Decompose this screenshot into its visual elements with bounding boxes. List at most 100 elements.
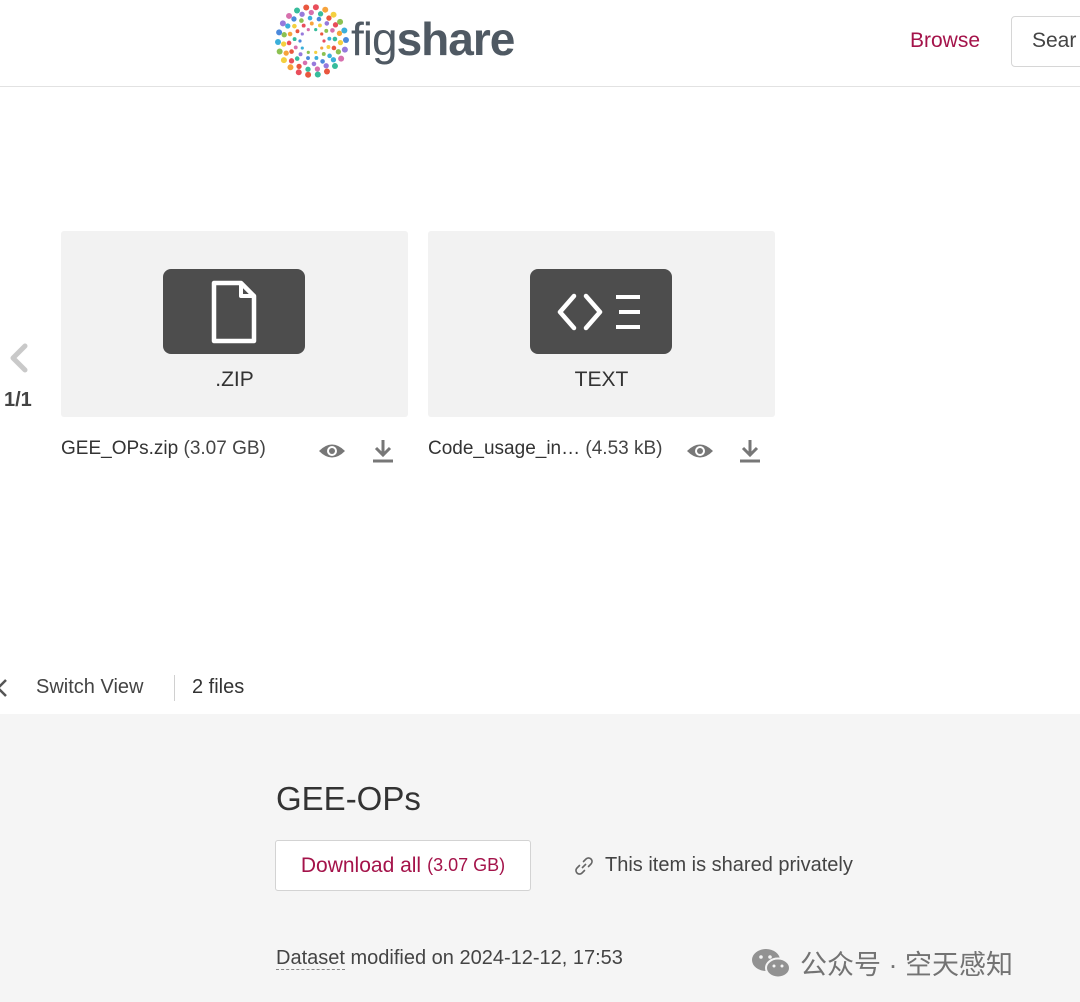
- logo-dot: [320, 32, 324, 36]
- logo-dot: [330, 57, 337, 63]
- logo-dot: [295, 69, 302, 76]
- dataset-details: GEE-OPs Download all (3.07 GB) This item…: [0, 714, 1080, 1002]
- logo-dot: [303, 4, 310, 11]
- shared-privately-note: This item is shared privately: [573, 854, 853, 877]
- logo-dot: [342, 37, 349, 44]
- dataset-type-label[interactable]: Dataset: [276, 947, 345, 970]
- watermark-text: 公众号 · 空天感知: [800, 950, 1013, 980]
- search-input[interactable]: Sear: [1011, 16, 1080, 67]
- figshare-logo-icon: [275, 4, 349, 78]
- file-size: (3.07 GB): [183, 438, 266, 459]
- logo-dot: [288, 58, 295, 64]
- site-header: figshare Browse Sear: [0, 0, 1080, 87]
- switch-view-button[interactable]: Switch View: [36, 676, 143, 699]
- file-name: Code_usage_in…: [428, 438, 581, 459]
- logo-dot: [286, 12, 293, 19]
- logo-dot: [289, 49, 294, 54]
- logo-dot: [331, 63, 338, 70]
- logo-dot: [327, 53, 332, 59]
- link-icon: [575, 856, 593, 875]
- logo-dot: [332, 36, 338, 42]
- download-all-button[interactable]: Download all (3.07 GB): [275, 840, 531, 891]
- logo-dot: [314, 55, 319, 60]
- logo-dot: [306, 56, 310, 60]
- logo-dot: [311, 61, 317, 67]
- logo-dot: [283, 50, 289, 56]
- logo-dot: [337, 18, 344, 25]
- logo-dot: [326, 15, 332, 21]
- file-name: GEE_OPs.zip: [61, 438, 179, 459]
- logo-dot: [323, 68, 330, 75]
- logo-dot: [305, 71, 312, 78]
- logo-dot: [320, 46, 324, 50]
- logo-dot: [314, 27, 318, 32]
- logo-dot: [317, 23, 322, 28]
- logo-dot: [316, 16, 322, 22]
- logo-dot: [279, 20, 286, 27]
- logo-dot: [322, 6, 329, 13]
- logo-dot: [338, 55, 345, 62]
- preview-eye-icon[interactable]: [316, 438, 348, 464]
- logo-dot: [306, 27, 310, 32]
- download-icon[interactable]: [737, 438, 763, 464]
- logo-dot: [300, 46, 304, 50]
- logo-dot: [281, 32, 287, 38]
- wechat-icon: [752, 948, 791, 978]
- logo-dot: [309, 21, 314, 26]
- logo-dot: [321, 52, 326, 56]
- download-all-size: (3.07 GB): [427, 855, 506, 875]
- file-name-zip[interactable]: GEE_OPs.zip (3.07 GB): [61, 438, 266, 460]
- file-type-label: .ZIP: [215, 368, 254, 391]
- logo-dot: [293, 45, 298, 50]
- logo-dot: [292, 23, 297, 29]
- chevron-left-icon[interactable]: [8, 343, 30, 373]
- wechat-watermark: 公众号 · 空天感知: [750, 943, 1013, 982]
- file-name-text[interactable]: Code_usage_in… (4.53 kB): [428, 438, 663, 460]
- logo-dot: [294, 7, 301, 14]
- logo-dot: [306, 50, 310, 55]
- logo-dot: [305, 66, 311, 72]
- page-indicator: 1/1: [4, 389, 32, 411]
- code-file-icon: [557, 293, 640, 330]
- logo-dot: [335, 49, 342, 55]
- logo-dot: [314, 50, 318, 55]
- logo-dot: [330, 11, 337, 18]
- logo-dot: [299, 11, 305, 17]
- logo-dot: [341, 27, 348, 34]
- file-card-zip[interactable]: .ZIP: [61, 231, 408, 417]
- logo-dot: [307, 15, 313, 21]
- logo-dot: [324, 21, 330, 26]
- logo-dot: [341, 46, 348, 53]
- file-type-icon-box: [163, 269, 305, 354]
- logo-dot: [287, 31, 293, 37]
- logo-dot: [276, 29, 283, 36]
- browse-link[interactable]: Browse: [910, 29, 980, 53]
- logo-dot: [314, 71, 321, 78]
- switch-view-icon[interactable]: [0, 677, 10, 699]
- logo-dot: [331, 45, 337, 51]
- download-icon[interactable]: [370, 438, 396, 464]
- preview-eye-icon[interactable]: [684, 438, 716, 464]
- logo-dot: [275, 38, 282, 45]
- toolbar-divider: [174, 675, 175, 701]
- file-card-text[interactable]: TEXT: [428, 231, 775, 417]
- figshare-logo[interactable]: figshare: [275, 4, 515, 78]
- dataset-modified: Dataset modified on 2024-12-12, 17:53: [276, 947, 623, 970]
- logo-dot: [295, 29, 300, 34]
- logo-dot: [298, 52, 303, 57]
- logo-dot: [312, 4, 319, 11]
- logo-dot: [320, 59, 325, 64]
- file-type-label: TEXT: [574, 368, 629, 391]
- dataset-title: GEE-OPs: [276, 780, 421, 817]
- logo-wordmark: figshare: [351, 13, 515, 65]
- logo-dot: [286, 40, 292, 46]
- logo-dot: [299, 18, 304, 23]
- logo-dot: [276, 48, 283, 55]
- modified-date-text: modified on 2024-12-12, 17:53: [344, 947, 623, 969]
- file-size: (4.53 kB): [585, 438, 663, 459]
- logo-dot: [322, 39, 326, 43]
- logo-dot: [298, 39, 302, 43]
- logo-dot: [287, 64, 294, 71]
- logo-dot: [323, 63, 329, 69]
- logo-dot: [300, 32, 304, 36]
